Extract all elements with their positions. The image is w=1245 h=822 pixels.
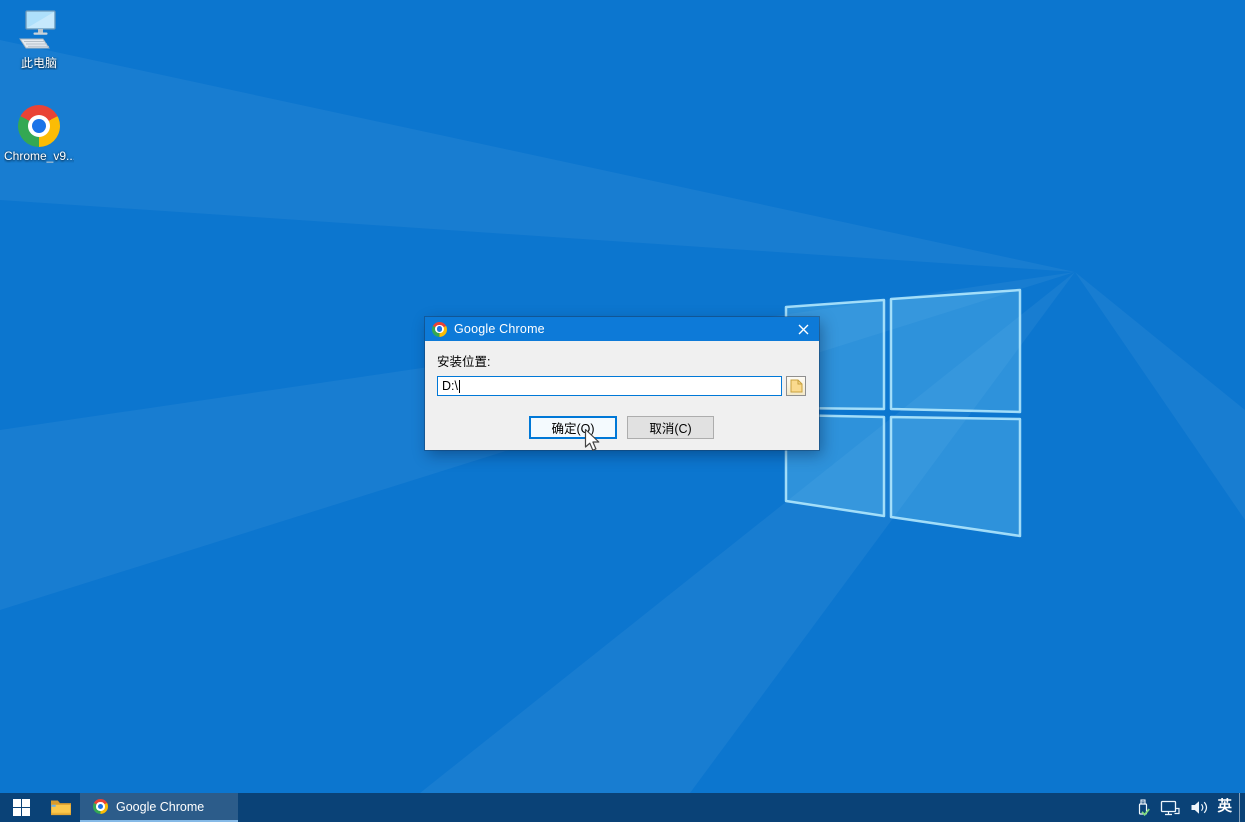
usb-device-icon: [1135, 798, 1151, 817]
windows-logo-icon: [13, 799, 30, 816]
browse-button[interactable]: [786, 376, 806, 396]
install-location-label: 安装位置:: [437, 351, 490, 370]
desktop-icon-this-pc[interactable]: 此电脑: [4, 8, 74, 70]
system-tray: 英: [1135, 793, 1240, 822]
taskbar-item-google-chrome[interactable]: Google Chrome: [80, 793, 238, 822]
network-icon: [1160, 800, 1181, 816]
dialog-titlebar[interactable]: Google Chrome: [425, 317, 819, 341]
install-path-value: D:\: [442, 379, 458, 393]
desktop-wallpaper[interactable]: 此电脑 Chrome_v9... Google Chrome 安装位置: D:\: [0, 0, 1245, 793]
speaker-icon: [1190, 800, 1209, 815]
ok-button[interactable]: 确定(O): [529, 416, 617, 439]
folder-icon: [790, 379, 803, 393]
chrome-icon: [432, 322, 447, 337]
text-caret: [459, 380, 460, 393]
file-explorer-icon: [50, 799, 72, 816]
install-path-input[interactable]: D:\: [437, 376, 782, 396]
close-icon: [798, 324, 809, 335]
language-indicator-label: 英: [1218, 800, 1233, 816]
install-location-dialog: Google Chrome 安装位置: D:\ 确定(O): [425, 317, 819, 450]
chrome-installer-icon: [4, 101, 74, 147]
taskbar-empty-area: [238, 793, 1135, 822]
file-explorer-button[interactable]: [42, 793, 80, 822]
logo-pane-bottom-right: [891, 417, 1020, 536]
show-desktop-button[interactable]: [1239, 793, 1245, 822]
chrome-installer-label: Chrome_v9...: [4, 150, 74, 163]
volume-button[interactable]: [1190, 800, 1209, 815]
taskbar-item-label: Google Chrome: [116, 800, 204, 814]
language-indicator-button[interactable]: 英: [1218, 800, 1233, 816]
safely-remove-hardware-button[interactable]: [1135, 798, 1151, 817]
this-pc-label: 此电脑: [4, 57, 74, 70]
cancel-button-label: 取消(C): [649, 418, 691, 437]
cancel-button[interactable]: 取消(C): [627, 416, 714, 439]
start-button[interactable]: [0, 793, 42, 822]
this-pc-icon: [4, 8, 74, 54]
desktop-icon-chrome-installer[interactable]: Chrome_v9...: [4, 101, 74, 163]
network-status-button[interactable]: [1160, 800, 1181, 816]
logo-pane-top-right: [891, 290, 1020, 412]
dialog-title: Google Chrome: [454, 322, 545, 336]
screen: 此电脑 Chrome_v9... Google Chrome 安装位置: D:\: [0, 0, 1245, 822]
chrome-icon: [93, 799, 108, 814]
ok-button-label: 确定(O): [551, 418, 594, 437]
dialog-close-button[interactable]: [787, 317, 819, 341]
taskbar: Google Chrome: [0, 793, 1245, 822]
